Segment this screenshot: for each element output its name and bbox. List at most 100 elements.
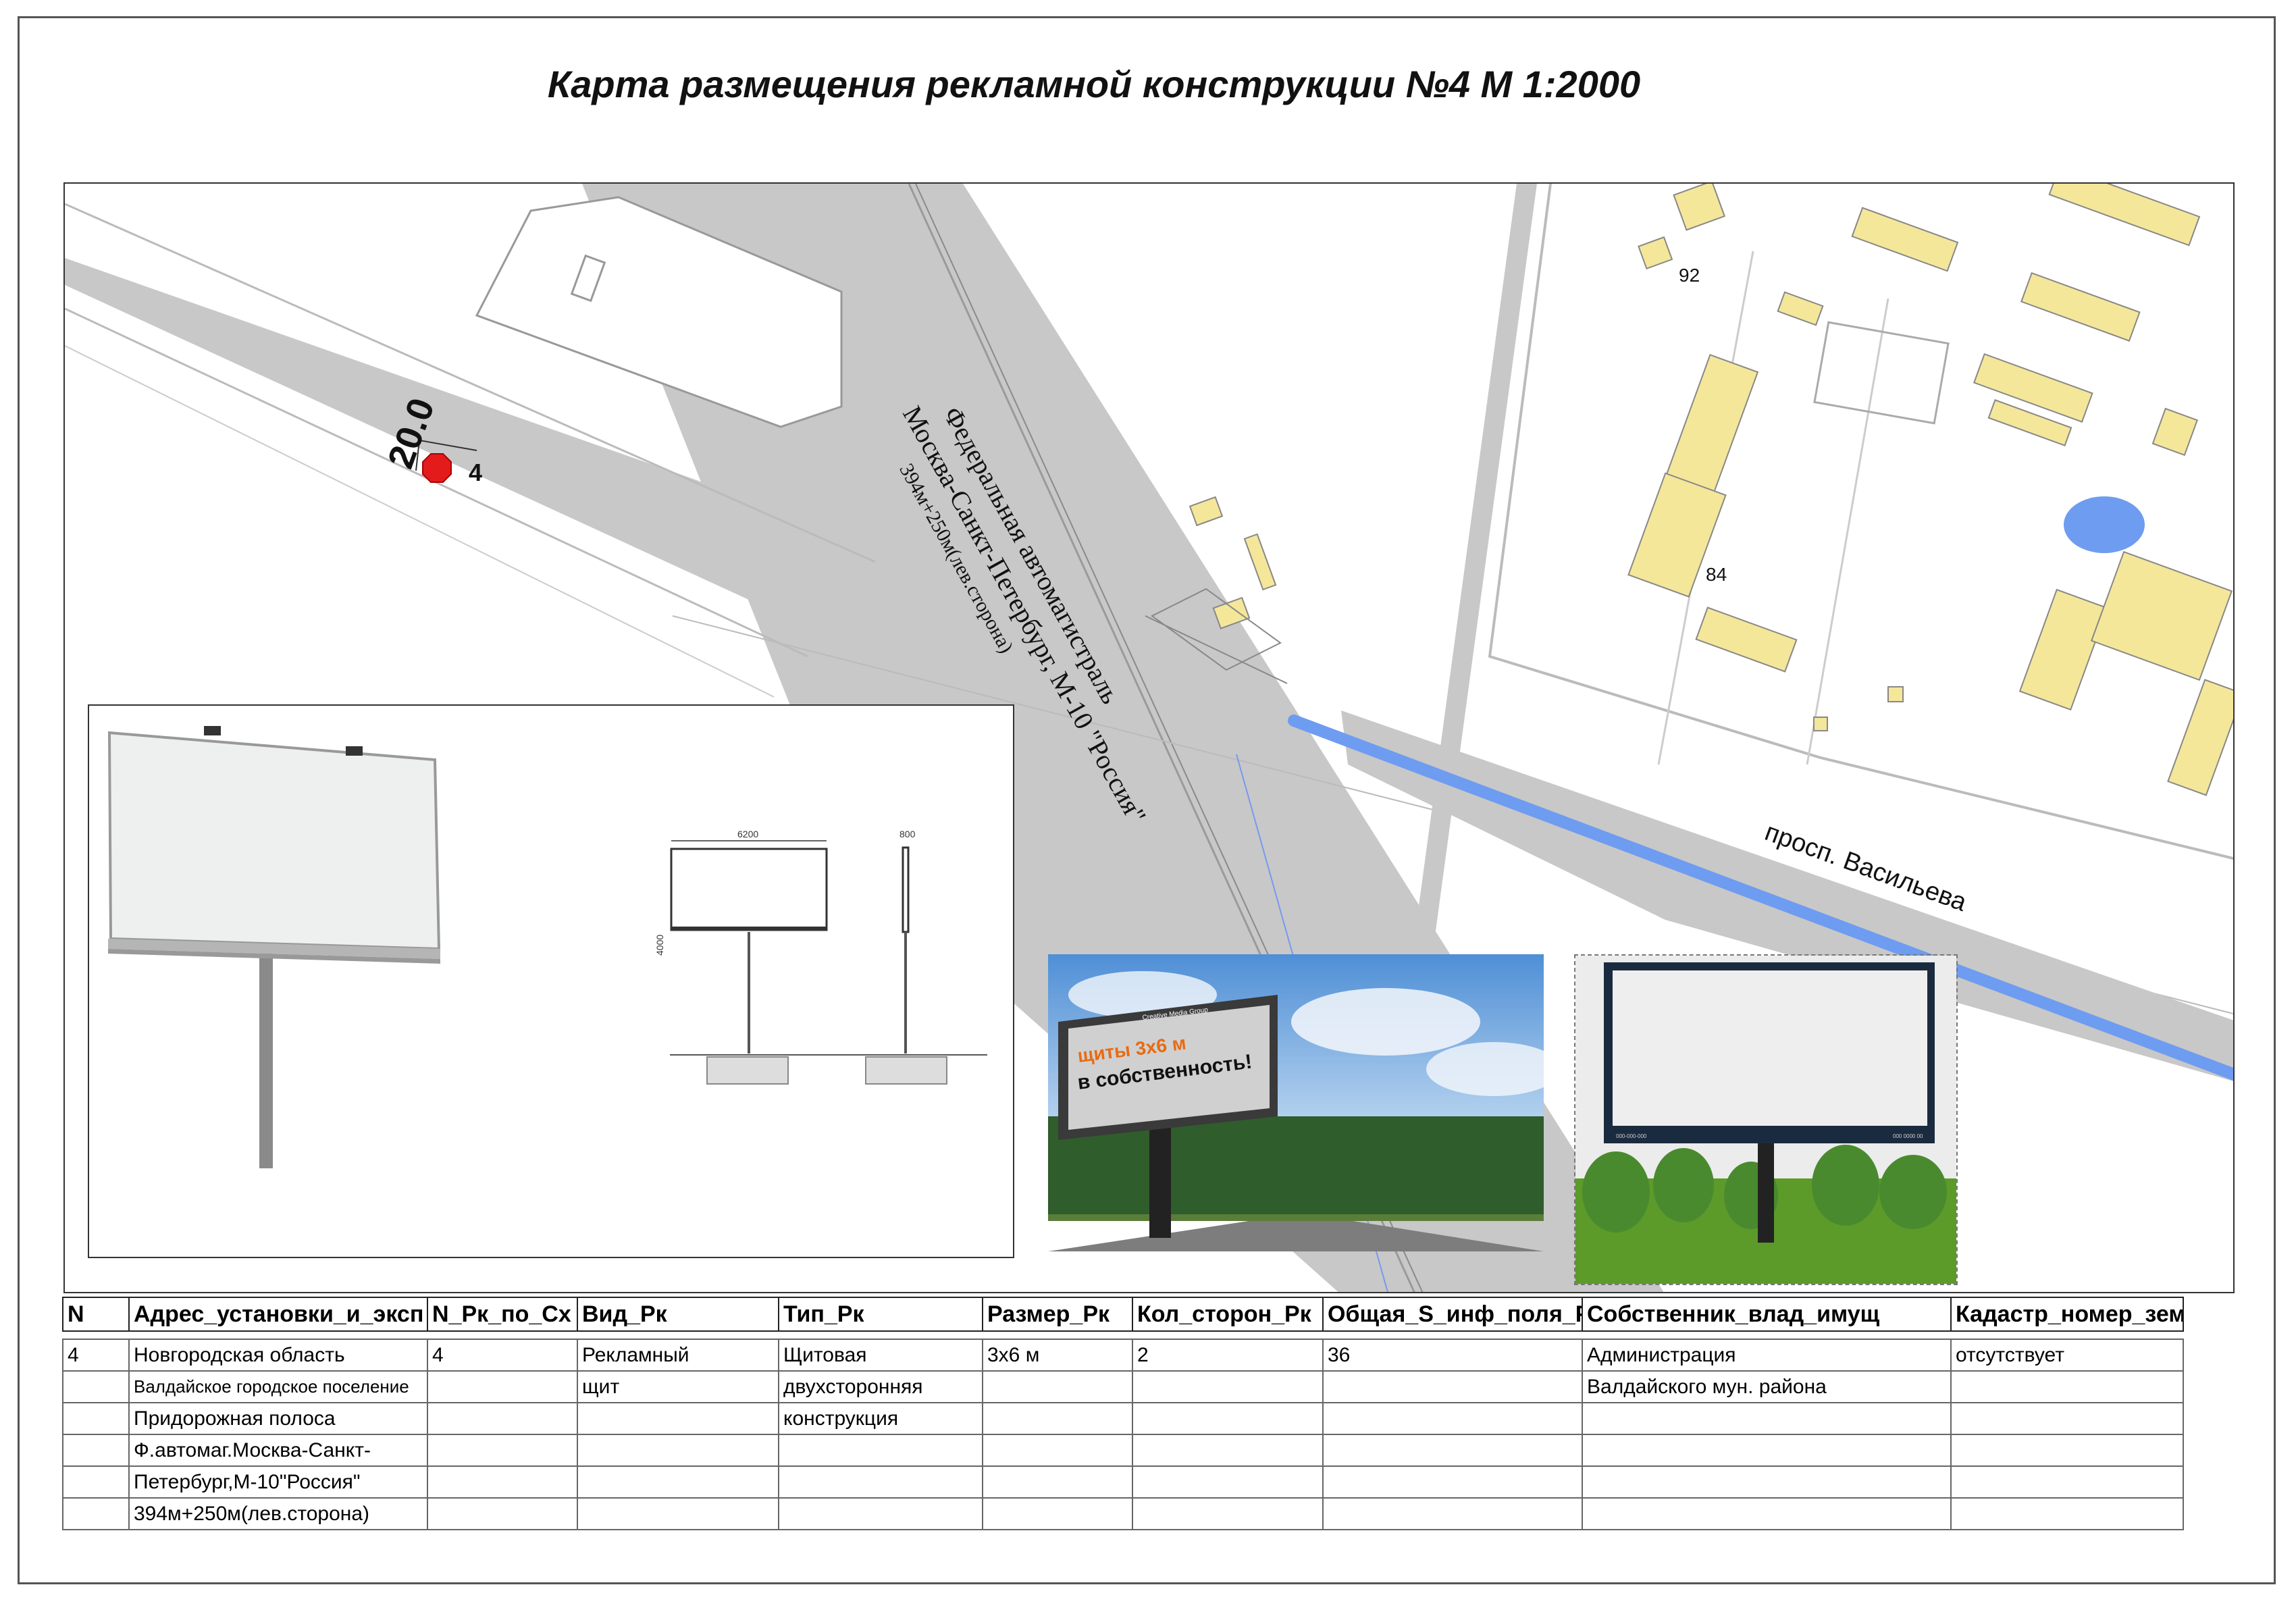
table-cell [1132,1402,1324,1435]
table-cell: 4 [427,1339,578,1372]
table-cell [1582,1465,1952,1499]
table-cell [982,1465,1133,1499]
table-cell: 394м+250м(лев.сторона) [128,1497,428,1530]
table-cell [778,1497,983,1530]
block-outline [1806,298,1889,765]
table-cell: Рекламный [577,1339,779,1372]
table-cell [778,1434,983,1467]
table-cell [1950,1465,2184,1499]
table-row: Валдайское городское поселение щит двухс… [62,1370,2184,1403]
footer-left: 000-000-000 [1616,1133,1647,1139]
table-cell [982,1497,1133,1530]
road [1048,1218,1544,1251]
table-cell [1582,1497,1952,1530]
billboard-road-photo: Creative Media Group щиты 3х6 м в собств… [1048,954,1544,1251]
column-header: Общая_S_инф_поля_Р [1322,1297,1583,1332]
column-header: Тип_Рк [778,1297,983,1332]
technical-front-frame [670,848,828,931]
column-header: N [62,1297,130,1332]
lamp-icon [204,726,221,735]
table-cell: Придорожная полоса [128,1402,428,1435]
column-header: Адрес_установки_и_эксп [128,1297,428,1332]
house-number-84: 84 [1706,564,1727,585]
dim-width-label: 6200 [737,829,758,839]
table-cell [1132,1370,1324,1403]
table-cell: Новгородская область [128,1339,428,1372]
column-header: Кол_сторон_Рк [1132,1297,1324,1332]
table-cell [1322,1434,1583,1467]
table-cell [1322,1402,1583,1435]
table-cell [778,1465,983,1499]
table-cell [62,1370,130,1403]
foundation-side [865,1056,947,1085]
table-cell: Валдайское городское поселение [128,1370,428,1403]
technical-side-frame [902,846,910,933]
table-cell: 2 [1132,1339,1324,1372]
house-number-92: 92 [1679,265,1700,286]
table-cell [577,1434,779,1467]
billboard-pole [259,949,273,1168]
dim-height-label: 4000 [654,935,665,956]
billboard-pole [1758,1135,1774,1243]
table-spacer [63,1330,2183,1340]
table-cell: Ф.автомаг.Москва-Санкт- [128,1434,428,1467]
placement-info-table: N Адрес_установки_и_эксп N_Рк_по_Сх Вид_… [62,1297,2184,1530]
table-cell [427,1370,578,1403]
column-header: Вид_Рк [577,1297,779,1332]
billboard-pole [1149,1123,1171,1238]
table-cell: Щитовая [778,1339,983,1372]
lamp-icon [346,746,363,756]
table-cell [427,1497,578,1530]
column-header: N_Рк_по_Сх [427,1297,578,1332]
table-row: Придорожная полоса конструкция [62,1402,2184,1435]
table-cell [982,1434,1133,1467]
roadside [1048,1214,1544,1221]
table-cell [1132,1465,1324,1499]
cloud [1291,988,1480,1056]
billboard-drawing: 6200 4000 800 [107,726,987,1168]
table-cell [1950,1370,2184,1403]
table-cell [62,1434,130,1467]
billboard-face [1613,970,1927,1126]
buildings [1189,184,2233,796]
column-header: Собственник_влад_имущ [1582,1297,1952,1332]
road-photo-canvas: Creative Media Group щиты 3х6 м в собств… [1048,954,1544,1251]
table-row: 4 Новгородская область 4 Рекламный Щитов… [62,1339,2184,1372]
table-row: Петербург,М-10"Россия" [62,1465,2184,1499]
table-row: Ф.автомаг.Москва-Санкт- [62,1434,2184,1467]
table-cell [982,1370,1133,1403]
pond [2064,496,2145,553]
billboard-drawing-panel: 6200 4000 800 [88,704,1014,1258]
table-cell [577,1402,779,1435]
marker-number: 4 [469,459,482,486]
table-cell [427,1402,578,1435]
table-cell: Валдайского мун. района [1582,1370,1952,1403]
table-cell: 36 [1322,1339,1583,1372]
table-cell [427,1465,578,1499]
table-cell [982,1402,1133,1435]
page-title: Карта размещения рекламной конструкции №… [547,63,1641,105]
table-cell: 3х6 м [982,1339,1133,1372]
right-vertical-street [1409,184,1537,981]
table-cell [1132,1497,1324,1530]
table-cell [1582,1434,1952,1467]
table-cell: щит [577,1370,779,1403]
table-cell [1322,1465,1583,1499]
table-cell: конструкция [778,1402,983,1435]
table-cell [1950,1402,2184,1435]
table-header-row: N Адрес_установки_и_эксп N_Рк_по_Сх Вид_… [62,1297,2184,1332]
table-row: 394м+250м(лев.сторона) [62,1497,2184,1530]
table-cell [1322,1497,1583,1530]
column-header: Размер_Рк [982,1297,1133,1332]
table-cell: 4 [62,1339,130,1372]
table-cell: двухсторонняя [778,1370,983,1403]
billboard-marker-icon[interactable] [422,453,452,483]
table-cell [1950,1497,2184,1530]
table-cell: отсутствует [1950,1339,2184,1372]
table-cell [62,1465,130,1499]
table-cell: Петербург,М-10"Россия" [128,1465,428,1499]
foundation-front [706,1056,789,1085]
table-cell: Администрация [1582,1339,1952,1372]
table-cell [1582,1402,1952,1435]
table-cell [577,1497,779,1530]
